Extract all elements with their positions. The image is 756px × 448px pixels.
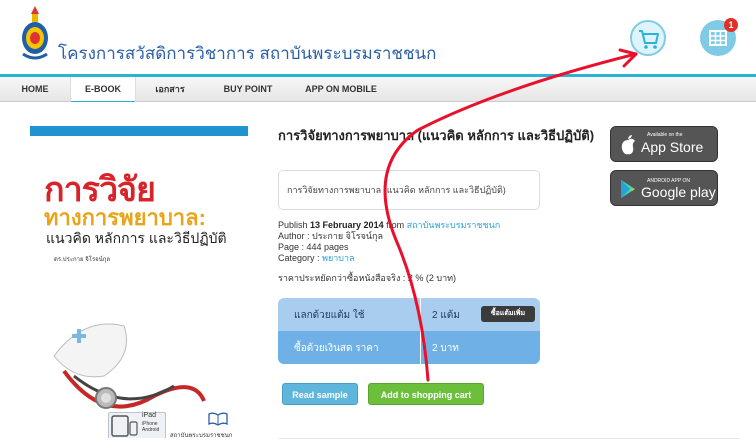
publisher-link[interactable]: สถาบันพระบรมราชชนก — [407, 220, 501, 230]
nav-ebook[interactable]: E-BOOK — [70, 77, 136, 103]
author-line: Author : ประกาย จิโรจน์กุล — [278, 231, 384, 241]
buy-more-points-button[interactable]: ซื้อแต้มเพิ่ม — [481, 306, 535, 322]
section-divider — [278, 438, 740, 439]
app-store-label: App Store — [641, 139, 704, 155]
points-value: 2 แต้ม — [432, 310, 460, 321]
site-header: โครงการสวัสดิการวิชาการ สถาบันพระบรมราชช… — [0, 0, 756, 74]
apple-icon — [621, 135, 635, 155]
cash-label: ซื้อด้วยเงินสด ราคา — [294, 343, 379, 354]
google-play-icon — [621, 180, 635, 198]
book-cover[interactable]: การวิจัย ทางการพยาบาล: แนวคิด หลักการ แล… — [30, 126, 248, 438]
read-sample-button[interactable]: Read sample — [282, 383, 358, 405]
nav-documents[interactable]: เอกสาร — [148, 77, 192, 102]
cash-row: ซื้อด้วยเงินสด ราคา 2 บาท — [278, 331, 540, 364]
points-row: แลกด้วยแต้ม ใช้ 2 แต้ม ซื้อแต้มเพิ่ม — [278, 298, 540, 331]
open-book-icon — [208, 412, 228, 426]
nurse-cap-stethoscope-image — [53, 323, 206, 409]
device-label-android: Android — [142, 427, 160, 433]
device-label-ipad: iPad — [142, 412, 157, 419]
category-prefix: Category : — [278, 253, 323, 263]
cash-value: 2 บาท — [432, 343, 459, 354]
app-store-caption: Available on the — [647, 132, 683, 138]
book-description: การวิจัยทางการพยาบาล (แนวคิด หลักการ และ… — [278, 170, 540, 210]
shopping-cart-icon — [639, 30, 659, 49]
site-title[interactable]: โครงการสวัสดิการวิชาการ สถาบันพระบรมราชช… — [58, 40, 436, 67]
institution-logo-icon[interactable] — [20, 4, 50, 62]
cart-count-badge: 1 — [724, 18, 738, 32]
page-root: โครงการสวัสดิการวิชาการ สถาบันพระบรมราชช… — [0, 0, 756, 448]
publish-prefix: Publish — [278, 220, 311, 230]
page-count: Page : 444 pages — [278, 242, 349, 252]
publish-line: Publish 13 February 2014 from สถาบันพระบ… — [278, 220, 500, 231]
add-to-cart-button[interactable]: Add to shopping cart — [368, 383, 484, 405]
google-play-button[interactable]: ANDROID APP ON Google play — [610, 170, 718, 206]
points-label: แลกด้วยแต้ม ใช้ — [294, 310, 365, 321]
discount-line: ราคาประหยัดกว่าซื้อหนังสือจริง : 2 % (2 … — [278, 273, 457, 283]
cover-author: ดร.ประกาย จิโรจน์กุล — [54, 257, 111, 263]
publish-date: 13 February 2014 — [310, 220, 384, 230]
nav-buy-point[interactable]: BUY POINT — [216, 77, 280, 102]
tablet-phone-icon — [111, 415, 138, 437]
cart-button[interactable] — [630, 20, 666, 56]
nav-home[interactable]: HOME — [12, 77, 58, 102]
publish-from: from — [383, 220, 407, 230]
pricing-table: แลกด้วยแต้ม ใช้ 2 แต้ม ซื้อแต้มเพิ่ม ซื้… — [278, 298, 540, 364]
cell-divider — [420, 331, 421, 364]
main-nav: HOME E-BOOK เอกสาร BUY POINT APP ON MOBI… — [0, 74, 756, 103]
app-store-button[interactable]: Available on the App Store — [610, 126, 718, 162]
cover-publisher: สถาบันพระบรมราชชนก — [170, 433, 233, 438]
google-play-label: Google play — [641, 184, 716, 200]
book-title: การวิจัยทางการพยาบาล (แนวคิด หลักการ และ… — [278, 128, 595, 143]
cover-subtitle: แนวคิด หลักการ และวิธีปฏิบัติ — [46, 230, 227, 246]
category-link[interactable]: พยาบาล — [322, 253, 355, 263]
cell-divider — [420, 298, 421, 331]
nav-app-on-mobile[interactable]: APP ON MOBILE — [300, 77, 382, 102]
category-line: Category : พยาบาล — [278, 253, 355, 264]
